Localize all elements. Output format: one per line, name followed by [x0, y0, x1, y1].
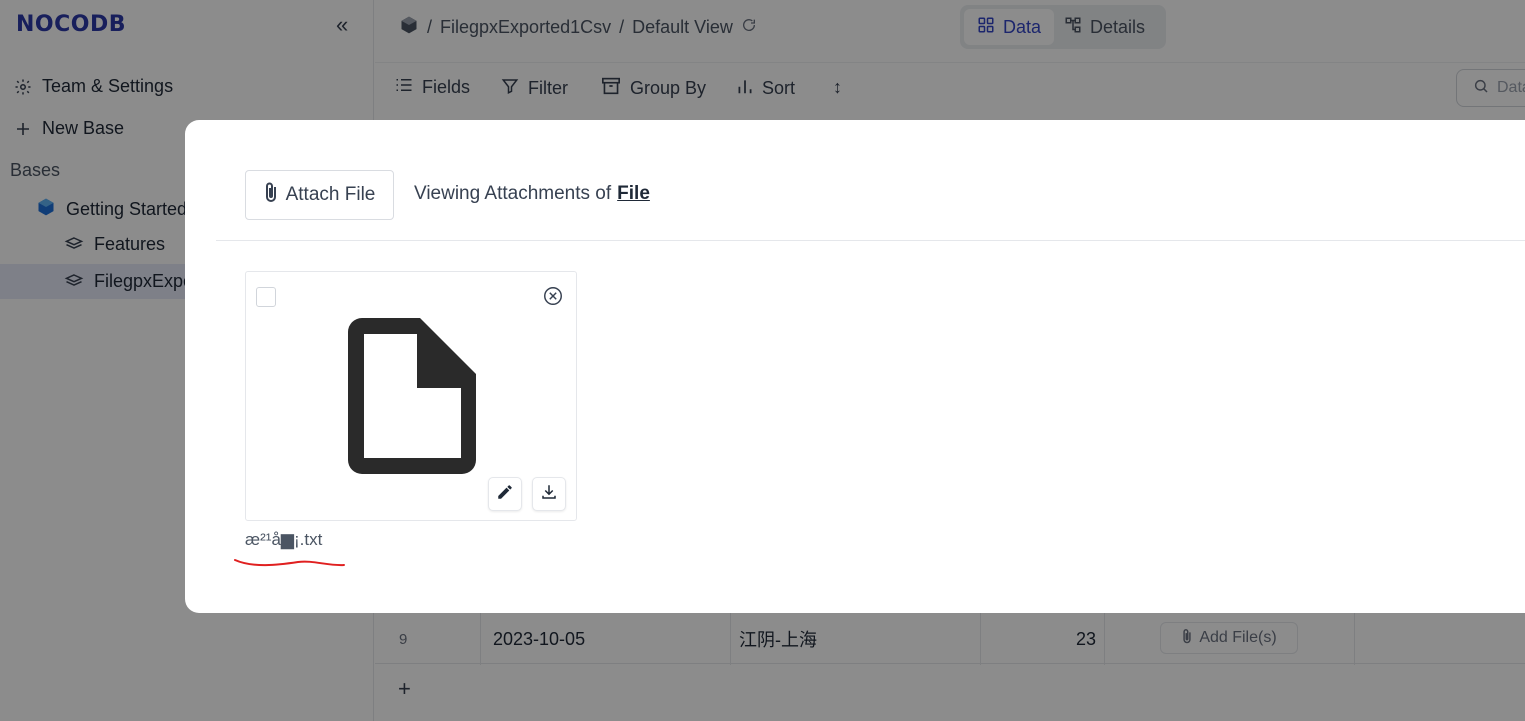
attach-file-button[interactable]: Attach File — [245, 170, 394, 220]
attachment-filename[interactable]: æ²¹å▆¡.txt — [245, 530, 322, 550]
attachment-select-checkbox[interactable] — [256, 287, 276, 307]
rename-button[interactable] — [488, 477, 522, 511]
paperclip-icon — [264, 181, 278, 209]
field-name-link[interactable]: File — [617, 183, 650, 204]
file-icon — [346, 316, 476, 481]
modal-title: Viewing Attachments of File — [414, 183, 650, 205]
attachments-modal: Attach File Viewing Attachments of File æ… — [185, 120, 1525, 613]
attach-file-label: Attach File — [285, 184, 376, 205]
divider — [216, 240, 1525, 241]
close-circle-icon[interactable] — [542, 285, 564, 307]
download-icon — [540, 483, 558, 506]
viewing-prefix: Viewing Attachments of — [414, 183, 612, 204]
pencil-icon — [496, 483, 514, 506]
red-underline-annotation — [234, 559, 345, 567]
attachment-card[interactable] — [245, 271, 577, 521]
download-button[interactable] — [532, 477, 566, 511]
